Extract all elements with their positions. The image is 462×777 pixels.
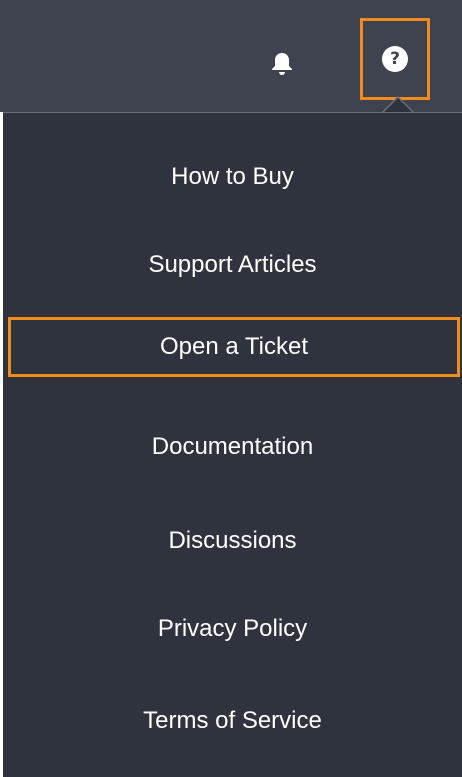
- notifications-button[interactable]: [262, 44, 302, 84]
- menu-item-privacy-policy[interactable]: Privacy Policy: [3, 599, 462, 659]
- menu-item-terms-of-service[interactable]: Terms of Service: [3, 691, 462, 751]
- help-dropdown-menu: How to Buy Support Articles Open a Ticke…: [3, 112, 462, 777]
- menu-item-open-a-ticket[interactable]: Open a Ticket: [8, 317, 460, 377]
- help-button[interactable]: ?: [360, 18, 430, 100]
- menu-item-documentation[interactable]: Documentation: [3, 417, 462, 477]
- menu-item-discussions[interactable]: Discussions: [3, 511, 462, 571]
- menu-item-support-articles[interactable]: Support Articles: [3, 235, 462, 295]
- menu-item-how-to-buy[interactable]: How to Buy: [3, 147, 462, 207]
- help-glyph: ?: [390, 49, 400, 69]
- dropdown-pointer: [384, 98, 412, 112]
- question-circle-icon: ?: [382, 46, 408, 72]
- bell-icon: [272, 53, 292, 75]
